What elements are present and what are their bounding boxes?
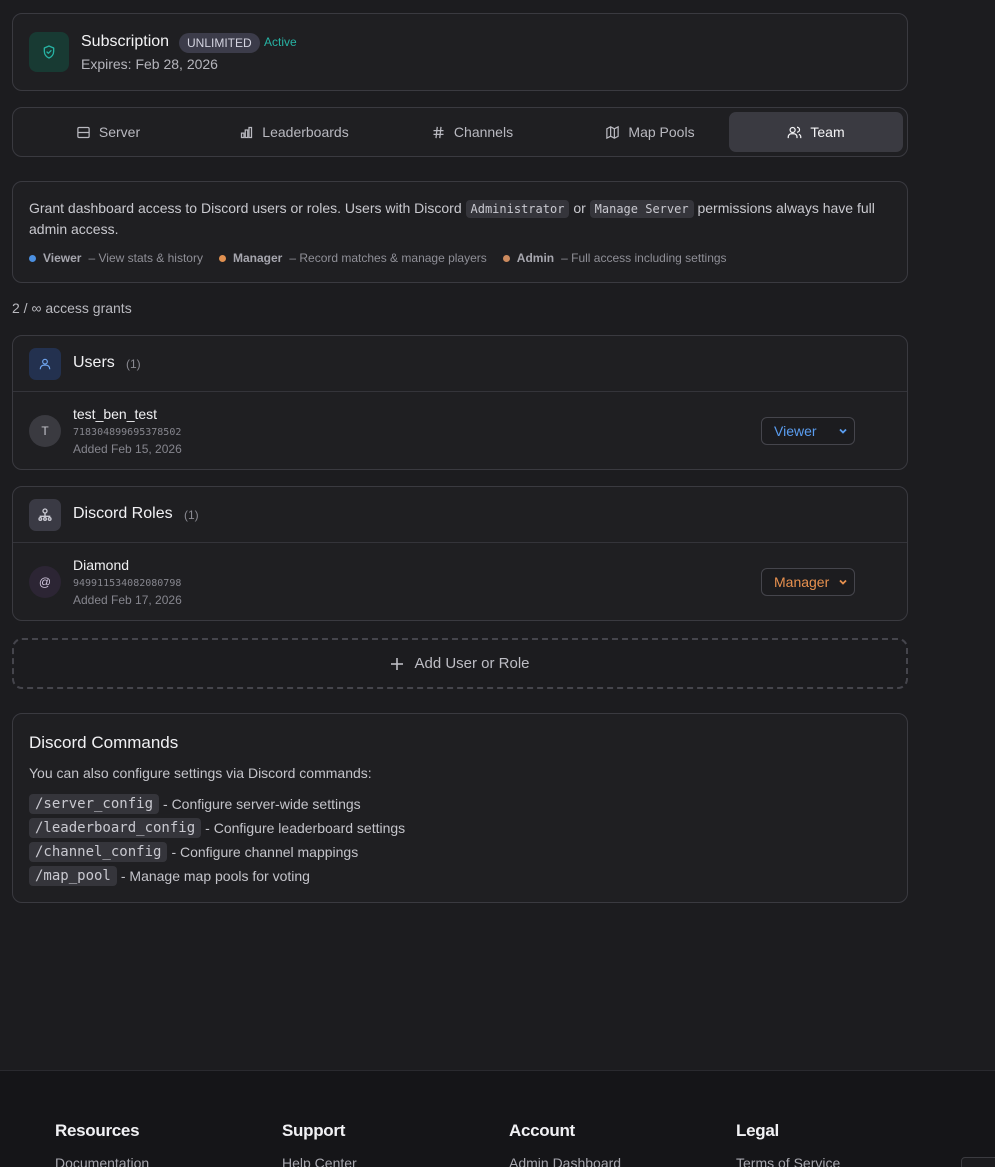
roles-header: Discord Roles (1): [13, 487, 907, 543]
footer-col-account: Account Admin Dashboard: [509, 1121, 621, 1167]
command-item: /leaderboard_config - Configure leaderboa…: [29, 816, 405, 840]
status-badge: Active: [264, 35, 297, 49]
admin-dot: [502, 254, 510, 262]
legend-viewer: Viewer – View stats & history: [29, 251, 203, 265]
legend-role-desc: – Record matches & manage players: [289, 251, 487, 265]
tab-leaderboards[interactable]: Leaderboards: [207, 112, 381, 152]
subscription-title: Subscription: [81, 33, 170, 50]
command-code: /map_pool: [29, 866, 117, 886]
role-select-value: Manager: [774, 574, 830, 590]
code-manage-server: Manage Server: [589, 200, 694, 218]
at-icon: @: [29, 566, 61, 598]
footer-heading: Legal: [736, 1121, 779, 1140]
plan-badge: UNLIMITED: [179, 33, 260, 53]
access-info-card: Grant dashboard access to Discord users …: [12, 181, 908, 283]
command-item: /server_config - Configure server-wide se…: [29, 792, 405, 816]
footer-heading: Resources: [55, 1121, 140, 1140]
footer-link[interactable]: Admin Dashboard: [509, 1155, 621, 1167]
command-item: /map_pool - Manage map pools for voting: [29, 864, 405, 888]
bar-chart-icon: [241, 126, 253, 138]
add-button-label: Add User or Role: [414, 655, 530, 672]
role-name: Diamond: [73, 557, 130, 573]
command-code: /leaderboard_config: [29, 818, 202, 838]
tab-channels[interactable]: Channels: [385, 112, 559, 152]
tab-server[interactable]: Server: [21, 112, 195, 152]
footer-link[interactable]: Documentation: [55, 1155, 149, 1167]
desc-text: or: [573, 200, 586, 216]
user-name: test_ben_test: [73, 406, 158, 422]
hash-icon: [433, 126, 444, 138]
added-date: Added Feb 15, 2026: [73, 442, 182, 456]
command-list: /server_config - Configure server-wide se…: [29, 792, 405, 888]
legend-manager: Manager – Record matches & manage player…: [218, 251, 487, 265]
server-icon: [77, 126, 90, 138]
role-select[interactable]: Manager: [761, 568, 855, 596]
command-desc: - Configure server-wide settings: [163, 796, 361, 812]
commands-title: Discord Commands: [29, 733, 179, 752]
footer-col-resources: Resources Documentation: [55, 1121, 149, 1167]
role-legend: Viewer – View stats & history Manager – …: [29, 251, 743, 265]
footer-link[interactable]: Terms of Service: [736, 1155, 840, 1167]
legend-role-name: Admin: [516, 251, 555, 265]
footer: Resources Documentation Support Help Cen…: [0, 1070, 995, 1167]
users-icon: [788, 126, 802, 138]
user-id: 718304899695378502: [73, 427, 182, 438]
tab-label: Channels: [453, 124, 514, 140]
legend-role-name: Viewer: [43, 251, 82, 265]
footer-heading: Account: [509, 1121, 575, 1140]
tab-label: Team: [810, 124, 845, 140]
expiry-date: Expires: Feb 28, 2026: [81, 56, 218, 72]
tab-label: Map Pools: [628, 124, 695, 140]
users-count: (1): [126, 357, 141, 371]
tab-map-pools[interactable]: Map Pools: [563, 112, 737, 152]
code-administrator: Administrator: [465, 200, 570, 218]
added-date: Added Feb 17, 2026: [73, 593, 182, 607]
plus-icon: [391, 657, 404, 670]
users-header: Users (1): [13, 336, 907, 392]
tab-team[interactable]: Team: [729, 112, 903, 152]
command-code: /channel_config: [29, 842, 168, 862]
legend-role-name: Manager: [232, 251, 283, 265]
users-section: Users (1) T test_ben_test 71830489969537…: [12, 335, 908, 470]
avatar: T: [29, 415, 61, 447]
tab-bar: Server Leaderboards Channels Map Pools T…: [12, 107, 908, 157]
discord-commands-card: Discord Commands You can also configure …: [12, 713, 908, 903]
access-grants-count: 2 / ∞ access grants: [12, 300, 132, 316]
map-icon: [606, 125, 620, 139]
footer-col-support: Support Help Center: [282, 1121, 357, 1167]
shield-check-icon: [29, 32, 69, 72]
roles-count: (1): [184, 508, 199, 522]
floating-widget-button[interactable]: [961, 1157, 995, 1167]
access-description: Grant dashboard access to Discord users …: [29, 198, 891, 239]
discord-roles-section: Discord Roles (1) @ Diamond 949911534082…: [12, 486, 908, 621]
tab-label: Leaderboards: [262, 124, 349, 140]
roles-title: Discord Roles: [73, 505, 173, 522]
role-select[interactable]: Viewer: [761, 417, 855, 445]
footer-link[interactable]: Help Center: [282, 1155, 357, 1167]
viewer-dot: [29, 254, 36, 262]
command-desc: - Configure channel mappings: [171, 844, 359, 860]
legend-role-desc: – View stats & history: [88, 251, 203, 265]
user-icon: [29, 348, 61, 380]
add-user-or-role-button[interactable]: Add User or Role: [12, 638, 908, 689]
chevron-down-icon: [839, 428, 847, 434]
manager-dot: [218, 254, 226, 262]
footer-heading: Support: [282, 1121, 346, 1140]
desc-text: Grant dashboard access to Discord users …: [29, 200, 462, 216]
legend-admin: Admin – Full access including settings: [502, 251, 727, 265]
command-desc: - Manage map pools for voting: [120, 868, 310, 884]
footer-col-legal: Legal Terms of Service: [736, 1121, 840, 1167]
users-title: Users: [73, 354, 115, 371]
tab-label: Server: [98, 124, 141, 140]
network-icon: [29, 499, 61, 531]
command-item: /channel_config - Configure channel mappi…: [29, 840, 405, 864]
legend-role-desc: – Full access including settings: [561, 251, 727, 265]
role-id: 949911534082080798: [73, 578, 182, 589]
chevron-down-icon: [839, 579, 847, 585]
subscription-card: Subscription UNLIMITED Active Expires: F…: [12, 13, 908, 91]
command-desc: - Configure leaderboard settings: [205, 820, 406, 836]
command-code: /server_config: [29, 794, 160, 814]
role-select-value: Viewer: [774, 423, 817, 439]
commands-intro: You can also configure settings via Disc…: [29, 765, 372, 781]
